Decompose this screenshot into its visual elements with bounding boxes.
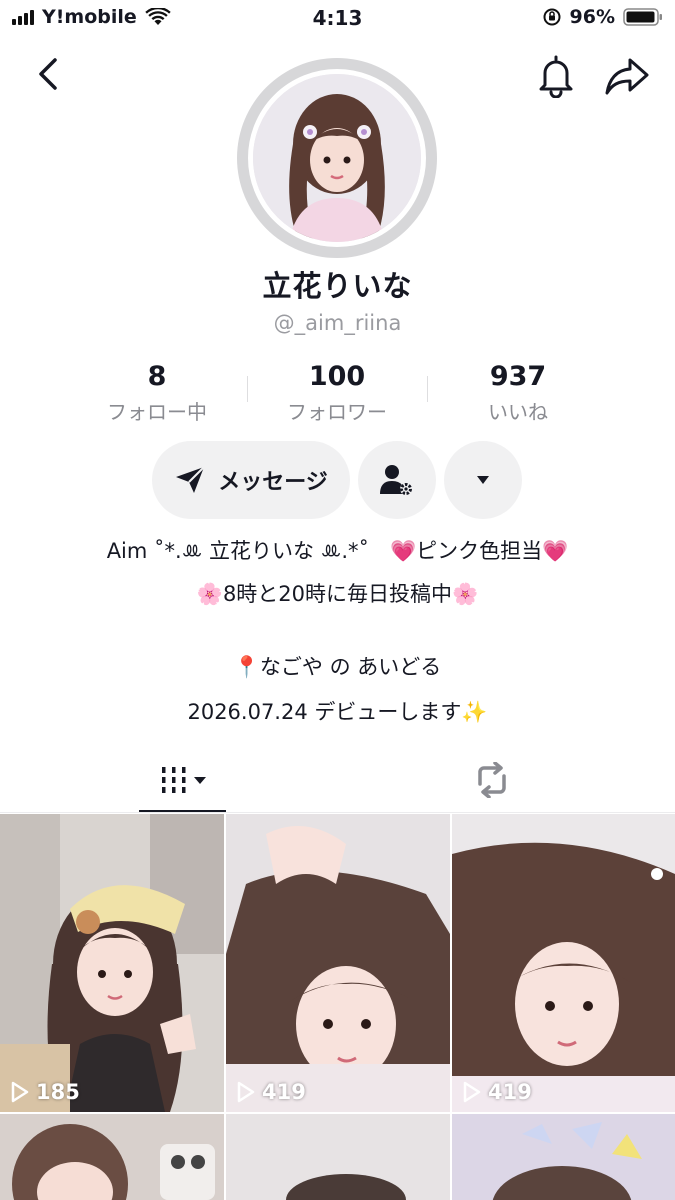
bio-line-4: 2026.07.24 デビューします✨ <box>187 700 488 724</box>
play-icon <box>11 1081 29 1103</box>
tabs-divider <box>0 812 675 813</box>
status-right: 96% <box>542 6 663 28</box>
status-bar: Y!mobile 4:13 96% <box>0 0 675 40</box>
video-thumbnail <box>226 814 450 1112</box>
stat-label: フォロー中 <box>107 400 207 424</box>
view-count: 185 <box>10 1080 80 1104</box>
message-button[interactable]: メッセージ <box>152 441 350 519</box>
chevron-left-icon <box>39 58 57 90</box>
video-tile[interactable]: 185 <box>0 814 224 1112</box>
bio-line-3: 📍なごや の あいどる <box>233 655 442 679</box>
bio-line-1: Aim ˚*.ꔛ 立花りいな ꔛ.*˚ 💗ピンク色担当💗 <box>106 539 569 563</box>
avatar-photo <box>253 74 421 242</box>
video-thumbnail <box>226 1114 450 1200</box>
share-arrow-icon <box>605 58 649 95</box>
stat-value: 8 <box>147 361 167 392</box>
stat-value: 100 <box>308 361 366 392</box>
friend-settings-button[interactable] <box>358 441 436 519</box>
profile-handle: @_aim_riina <box>273 311 402 335</box>
stat-value: 937 <box>489 361 547 392</box>
view-count-value: 185 <box>36 1080 80 1104</box>
stat-followers[interactable]: 100 フォロワー <box>237 362 437 425</box>
avatar[interactable] <box>248 69 426 247</box>
video-thumbnail <box>452 1114 675 1200</box>
stat-following[interactable]: 8 フォロー中 <box>57 362 257 425</box>
video-tile[interactable]: 419 <box>452 814 675 1112</box>
stat-label: フォロワー <box>287 400 387 424</box>
share-button[interactable] <box>604 54 652 98</box>
repost-icon <box>477 762 506 798</box>
play-icon <box>463 1081 481 1103</box>
message-button-label: メッセージ <box>218 470 328 495</box>
bio-line-2: 🌸8時と20時に毎日投稿中🌸 <box>196 582 479 606</box>
caret-down-icon <box>477 476 489 484</box>
video-tile[interactable] <box>0 1114 224 1200</box>
avatar-ring <box>237 58 437 258</box>
battery-percent: 96% <box>569 6 615 28</box>
tab-reposts[interactable] <box>448 752 535 808</box>
more-options-button[interactable] <box>444 441 522 519</box>
view-count: 419 <box>462 1080 532 1104</box>
video-tile[interactable]: 419 <box>226 814 450 1112</box>
notification-bell-button[interactable] <box>536 54 576 99</box>
caret-down-icon <box>193 777 206 784</box>
rotation-lock-icon <box>543 8 561 26</box>
video-tile[interactable] <box>452 1114 675 1200</box>
grid-icon <box>161 767 185 793</box>
video-thumbnail <box>0 1114 224 1200</box>
profile-name: 立花りいな <box>262 269 413 303</box>
video-thumbnail <box>0 814 224 1112</box>
battery-icon <box>623 8 662 26</box>
video-tile[interactable] <box>226 1114 450 1200</box>
play-icon <box>237 1081 255 1103</box>
view-count-value: 419 <box>262 1080 306 1104</box>
view-count: 419 <box>236 1080 306 1104</box>
back-button[interactable] <box>28 54 68 94</box>
person-gear-icon <box>380 465 412 495</box>
stat-label: いいね <box>488 400 548 424</box>
video-thumbnail <box>452 814 675 1112</box>
stat-likes[interactable]: 937 いいね <box>418 362 618 425</box>
view-count-value: 419 <box>488 1080 532 1104</box>
tab-videos[interactable] <box>139 752 226 808</box>
bell-icon <box>539 55 573 99</box>
paper-plane-icon <box>176 466 205 493</box>
